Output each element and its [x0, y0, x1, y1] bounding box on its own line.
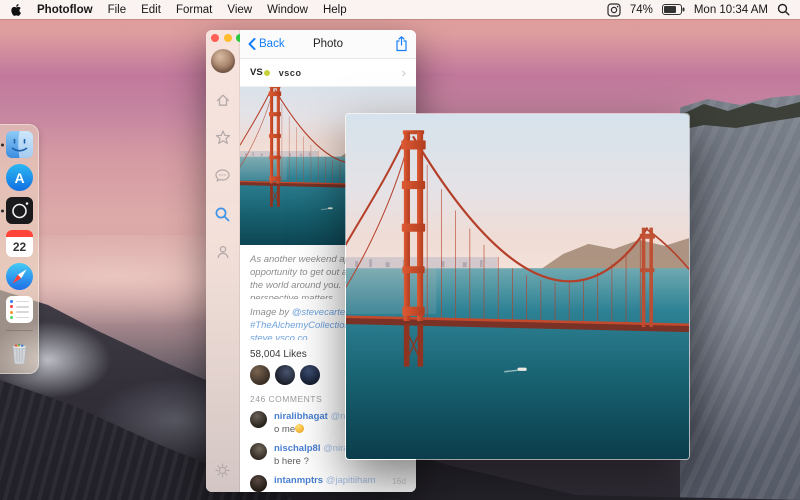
- chat-icon[interactable]: [214, 167, 231, 185]
- settings-gear-icon[interactable]: [215, 463, 230, 483]
- battery-icon[interactable]: [662, 4, 685, 15]
- battery-percent: 74%: [630, 4, 653, 16]
- photo-viewer-window[interactable]: [345, 113, 690, 460]
- menu-view[interactable]: View: [227, 4, 252, 16]
- close-window-button[interactable]: [211, 34, 219, 42]
- dock-photoflow-icon[interactable]: [6, 197, 33, 224]
- share-icon: [395, 36, 408, 52]
- comment-row: intanmptrs @japitiiham 16d: [240, 468, 416, 492]
- photographer-link[interactable]: @stevecarter: [292, 307, 349, 318]
- menu-edit[interactable]: Edit: [141, 4, 161, 16]
- finder-running-indicator: [1, 143, 4, 146]
- share-button[interactable]: [395, 36, 408, 52]
- search-icon[interactable]: [214, 205, 231, 223]
- commenter-avatar[interactable]: [250, 411, 267, 428]
- desktop: Photoflow File Edit Format View Window H…: [0, 0, 800, 500]
- chevron-right-icon: ›: [402, 66, 406, 79]
- commenter-avatar[interactable]: [250, 475, 267, 492]
- menu-clock[interactable]: Mon 10:34 AM: [694, 4, 768, 16]
- menu-window[interactable]: Window: [267, 4, 308, 16]
- user-avatar[interactable]: [211, 49, 235, 73]
- dock-reminders-icon[interactable]: [6, 296, 33, 323]
- calendar-header: [6, 230, 33, 237]
- profile-icon[interactable]: [215, 243, 231, 261]
- liker-avatar[interactable]: [250, 365, 270, 385]
- comment-username[interactable]: intanmptrs: [274, 475, 323, 486]
- joy-emoji: [295, 424, 304, 433]
- hashtag-link[interactable]: #TheAlchemyCollection: [250, 320, 350, 331]
- vsco-logo: VS: [250, 67, 270, 78]
- photoflow-running-indicator: [1, 209, 4, 212]
- comment-timestamp: 16d: [392, 474, 406, 486]
- comment-username[interactable]: nischalp8l: [274, 443, 320, 454]
- minimize-window-button[interactable]: [224, 34, 232, 42]
- calendar-day: 22: [6, 237, 33, 257]
- dock-trash-icon[interactable]: [6, 338, 33, 367]
- post-author-name: vsco: [279, 68, 302, 78]
- dock-safari-icon[interactable]: [6, 263, 33, 290]
- spotlight-search-icon[interactable]: [777, 3, 790, 16]
- apple-menu-icon[interactable]: [10, 3, 22, 17]
- menu-format[interactable]: Format: [176, 4, 212, 16]
- menu-file[interactable]: File: [108, 4, 127, 16]
- liker-avatar[interactable]: [300, 365, 320, 385]
- camera-menu-extra-icon[interactable]: [607, 3, 621, 17]
- home-icon[interactable]: [215, 91, 231, 109]
- chevron-left-icon: [248, 38, 256, 50]
- dock-appstore-icon[interactable]: A: [6, 164, 33, 191]
- liker-avatar[interactable]: [275, 365, 295, 385]
- menu-bar: Photoflow File Edit Format View Window H…: [0, 0, 800, 19]
- star-icon[interactable]: [215, 129, 231, 147]
- url-link[interactable]: steve.vsco.co: [250, 333, 308, 340]
- feed-header: Back Photo: [240, 30, 416, 59]
- back-button[interactable]: Back: [248, 38, 285, 50]
- dock: A 22: [0, 124, 39, 374]
- commenter-avatar[interactable]: [250, 443, 267, 460]
- comment-mention[interactable]: @japitiiham: [326, 475, 376, 486]
- menu-app-name[interactable]: Photoflow: [37, 4, 93, 16]
- dock-divider: [6, 330, 33, 331]
- dock-finder-icon[interactable]: [6, 131, 33, 158]
- dock-calendar-icon[interactable]: 22: [6, 230, 33, 257]
- app-sidebar: [206, 30, 240, 492]
- menu-help[interactable]: Help: [323, 4, 347, 16]
- post-author-row[interactable]: VS vsco ›: [240, 59, 416, 87]
- vsco-logo-dot: [264, 70, 270, 76]
- comment-username[interactable]: niralibhagat: [274, 411, 328, 422]
